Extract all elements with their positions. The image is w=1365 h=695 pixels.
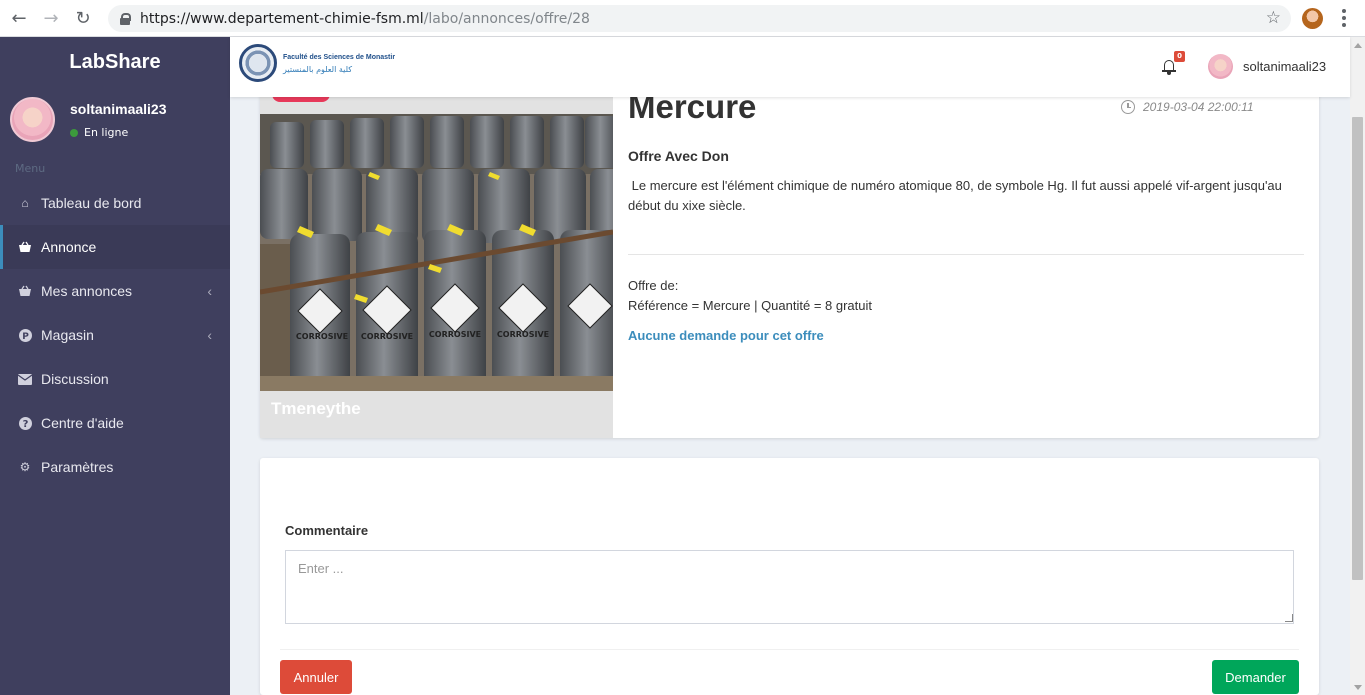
address-bar[interactable]: https://www.departement-chimie-fsm.ml/la… — [108, 5, 1291, 32]
offer-card: CORROSIVE CORROSIVE CORROSIVE CORROSIVE … — [260, 60, 1319, 438]
user-menu-name[interactable]: soltanimaali23 — [1243, 59, 1326, 74]
avatar — [10, 97, 55, 142]
brand-logo[interactable]: LabShare — [0, 37, 230, 87]
chevron-left-icon: ‹ — [207, 283, 212, 299]
offer-from-label: Offre de: — [628, 278, 679, 293]
home-icon: ⌂ — [21, 196, 29, 210]
reload-icon[interactable]: ↻ — [70, 5, 96, 31]
faculty-logo[interactable] — [239, 44, 277, 82]
scroll-thumb[interactable] — [1352, 117, 1363, 580]
container-label: CORROSIVE — [429, 330, 481, 339]
comment-textarea[interactable] — [285, 550, 1294, 624]
container-label: CORROSIVE — [497, 330, 549, 339]
sidebar-item-label: Paramètres — [41, 459, 114, 475]
chevron-left-icon: ‹ — [207, 327, 212, 343]
sidebar-item-parametres[interactable]: ⚙ Paramètres — [0, 445, 230, 489]
textarea-resize-handle[interactable] — [1285, 614, 1293, 622]
comment-card: Commentaire Annuler Demander — [260, 458, 1319, 695]
user-panel: soltanimaali23 En ligne — [0, 87, 230, 157]
faculty-name: Faculté des Sciences de Monastir — [283, 54, 396, 61]
sidebar-item-label: Centre d'aide — [41, 415, 124, 431]
scroll-up-arrow-icon[interactable] — [1354, 43, 1362, 48]
url-host: https://www.departement-chimie-fsm.ml — [140, 10, 424, 27]
image-caption: Tmeneythe — [271, 399, 361, 418]
envelope-icon — [18, 373, 32, 385]
sidebar-item-label: Discussion — [41, 371, 109, 387]
menu-header: Menu — [15, 162, 46, 175]
online-dot-icon — [70, 128, 78, 137]
online-status: En ligne — [70, 126, 128, 139]
status-text: En ligne — [84, 126, 129, 139]
notification-badge: 0 — [1174, 51, 1185, 62]
offer-reference: Référence = Mercure | Quantité = 8 gratu… — [628, 298, 873, 313]
back-arrow-icon[interactable]: ← — [6, 5, 32, 31]
divider — [628, 254, 1304, 255]
scroll-down-arrow-icon[interactable] — [1354, 685, 1362, 690]
sidebar-item-magasin[interactable]: P Magasin ‹ — [0, 313, 230, 357]
faculty-name-arabic: كلية العلوم بالمنستير — [283, 65, 353, 74]
clock-icon — [1121, 100, 1135, 114]
sidebar-item-label: Magasin — [41, 327, 94, 343]
sidebar-item-annonce[interactable]: Annonce — [0, 225, 230, 269]
divider — [280, 649, 1299, 650]
sidebar-item-discussion[interactable]: Discussion — [0, 357, 230, 401]
sidebar-item-tableau-de-bord[interactable]: ⌂ Tableau de bord — [0, 181, 230, 225]
top-header: Faculté des Sciences de Monastir كلية ال… — [230, 37, 1350, 97]
gear-icon: ⚙ — [19, 460, 31, 474]
sidebar-item-label: Annonce — [41, 239, 97, 255]
url-path: /labo/annonces/offre/28 — [423, 10, 590, 27]
user-avatar[interactable] — [1208, 54, 1233, 79]
lock-icon — [120, 13, 131, 25]
comment-label: Commentaire — [285, 523, 369, 538]
no-request-link[interactable]: Aucune demande pour cet offre — [628, 328, 824, 343]
sidebar-item-mes-annonces[interactable]: Mes annonces ‹ — [0, 269, 230, 313]
basket-icon — [18, 241, 32, 253]
request-button[interactable]: Demander — [1212, 660, 1299, 694]
sidebar-item-label: Tableau de bord — [41, 195, 142, 211]
browser-menu-icon[interactable] — [1342, 9, 1346, 27]
question-icon: ? — [18, 416, 32, 430]
forward-arrow-icon[interactable]: → — [38, 5, 64, 31]
browser-profile-avatar[interactable] — [1302, 8, 1323, 29]
cancel-button[interactable]: Annuler — [280, 660, 352, 694]
bookmark-star-icon[interactable]: ☆ — [1266, 8, 1281, 28]
sidebar-username: soltanimaali23 — [70, 101, 167, 117]
svg-text:?: ? — [22, 419, 28, 430]
offer-photo: CORROSIVE CORROSIVE CORROSIVE CORROSIVE — [260, 114, 613, 391]
sidebar: LabShare soltanimaali23 En ligne Menu ⌂ … — [0, 37, 230, 695]
basket-icon — [18, 285, 32, 297]
container-label: CORROSIVE — [296, 332, 348, 341]
sidebar-item-centre-aide[interactable]: ? Centre d'aide — [0, 401, 230, 445]
offer-type: Offre Avec Don — [628, 148, 729, 164]
sidebar-item-label: Mes annonces — [41, 283, 133, 299]
offer-date: 2019-03-04 22:00:11 — [1121, 100, 1254, 114]
parking-icon: P — [18, 328, 32, 342]
offer-date-text: 2019-03-04 22:00:11 — [1143, 100, 1254, 114]
page-scrollbar[interactable] — [1350, 37, 1365, 695]
container-label: CORROSIVE — [361, 332, 413, 341]
browser-toolbar: ← → ↻ https://www.departement-chimie-fsm… — [0, 0, 1365, 37]
mercury-containers-image: CORROSIVE CORROSIVE CORROSIVE CORROSIVE — [260, 114, 613, 391]
svg-text:P: P — [22, 331, 29, 341]
offer-image-panel: CORROSIVE CORROSIVE CORROSIVE CORROSIVE … — [260, 60, 613, 438]
offer-description: Le mercure est l'élément chimique de num… — [628, 178, 1286, 213]
